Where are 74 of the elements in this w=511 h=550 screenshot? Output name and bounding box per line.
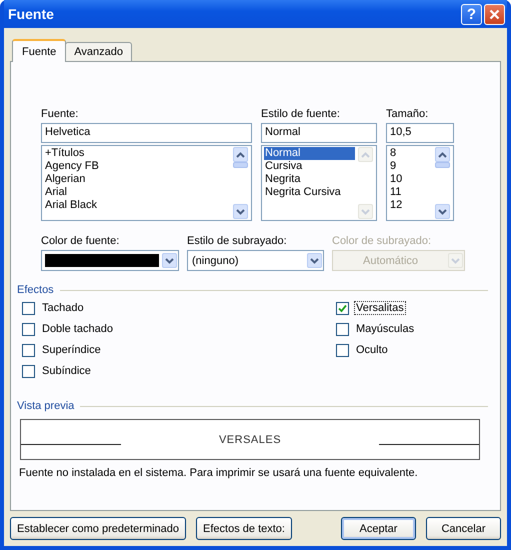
checkbox-label[interactable]: Tachado xyxy=(40,301,86,315)
dropdown[interactable]: (ninguno) xyxy=(187,250,324,271)
checkbox-label[interactable]: Versalitas xyxy=(354,301,406,315)
list-item[interactable]: Cursiva xyxy=(264,160,355,173)
list-item[interactable]: 11 xyxy=(389,186,432,199)
chevron-down-icon xyxy=(451,258,460,264)
list-item[interactable]: Arial xyxy=(44,186,230,199)
checkbox-label[interactable]: Subíndice xyxy=(40,364,93,378)
list-item[interactable]: Normal xyxy=(264,147,355,160)
checkbox-label[interactable]: Superíndice xyxy=(40,343,103,357)
checkbox-label[interactable]: Doble tachado xyxy=(40,322,115,336)
preview-text: VERSALES xyxy=(218,434,282,446)
list-box[interactable]: +Títulos Agency FB Algerian Arial Arial Black xyxy=(41,145,252,221)
scroll-thumb[interactable] xyxy=(435,162,450,168)
dialog-button[interactable]: Establecer como predeterminado xyxy=(10,517,186,540)
scroll-thumb[interactable] xyxy=(233,162,248,168)
tab[interactable]: Fuente xyxy=(12,39,66,62)
list-item[interactable]: Algerian xyxy=(44,173,230,186)
checkbox[interactable] xyxy=(22,322,35,336)
dropdown-arrow-button[interactable] xyxy=(307,253,322,268)
field-label: Estilo de fuente: xyxy=(261,108,341,120)
input-field[interactable]: 10,5 xyxy=(386,123,454,143)
list-item[interactable]: 9 xyxy=(389,160,432,173)
dialog-button[interactable]: Cancelar xyxy=(426,517,501,540)
list-box[interactable]: Normal Cursiva Negrita Negrita Cursiva xyxy=(261,145,377,221)
checkbox-label[interactable]: Mayúsculas xyxy=(354,322,416,336)
tab[interactable]: Avanzado xyxy=(65,42,132,61)
scroll-down-button[interactable] xyxy=(233,204,248,219)
dialog-button[interactable]: Aceptar xyxy=(341,517,416,540)
scroll-up-button[interactable] xyxy=(233,147,248,162)
checkbox[interactable] xyxy=(336,302,349,314)
chevron-down-icon xyxy=(361,208,370,214)
dropdown[interactable] xyxy=(41,250,179,271)
checkbox[interactable] xyxy=(336,322,349,336)
checkbox[interactable] xyxy=(22,344,35,356)
dialog-button[interactable]: Efectos de texto: xyxy=(196,517,292,540)
chevron-down-icon xyxy=(236,208,245,214)
chevron-up-icon xyxy=(438,152,447,158)
field-label: Estilo de subrayado: xyxy=(187,235,287,247)
checkbox-label[interactable]: Oculto xyxy=(354,343,390,357)
help-button[interactable]: ? xyxy=(461,4,482,24)
list-item[interactable]: Negrita Cursiva xyxy=(264,186,355,199)
chevron-up-icon xyxy=(236,152,245,158)
window-title: Fuente xyxy=(8,6,54,22)
close-button[interactable] xyxy=(484,4,505,24)
field-label: Color de fuente: xyxy=(41,235,120,247)
input-field[interactable]: Helvetica xyxy=(41,123,252,143)
checkbox[interactable] xyxy=(22,302,35,314)
chevron-down-icon xyxy=(165,258,174,264)
list-item[interactable]: 10 xyxy=(389,173,432,186)
section-label: Efectos xyxy=(17,284,54,296)
input-field[interactable]: Normal xyxy=(261,123,377,143)
field-label: Color de subrayado: xyxy=(332,235,432,247)
chevron-down-icon xyxy=(438,208,447,214)
dropdown-arrow-button[interactable] xyxy=(162,253,177,268)
list-item[interactable]: Negrita xyxy=(264,173,355,186)
section-label: Vista previa xyxy=(17,400,74,412)
list-item[interactable]: 8 xyxy=(389,147,432,160)
scroll-down-button[interactable] xyxy=(435,204,450,219)
preview-note: Fuente no instalada en el sistema. Para imprimir se usará una fuente equivalente. xyxy=(19,467,419,479)
close-icon xyxy=(489,8,500,20)
list-item[interactable]: Arial Black xyxy=(44,199,230,212)
chevron-up-icon xyxy=(361,152,370,158)
scroll-up-button[interactable] xyxy=(435,147,450,162)
field-label: Fuente: xyxy=(41,108,80,120)
list-item[interactable]: Agency FB xyxy=(44,160,230,173)
list-item[interactable]: 12 xyxy=(389,199,432,212)
check-icon xyxy=(338,304,347,312)
chevron-down-icon xyxy=(310,258,319,264)
field-label: Tamaño: xyxy=(386,108,430,120)
list-box[interactable]: 8 9 10 11 12 xyxy=(386,145,454,221)
checkbox[interactable] xyxy=(22,364,35,378)
checkbox[interactable] xyxy=(336,344,349,356)
list-item[interactable]: +Títulos xyxy=(44,147,230,160)
